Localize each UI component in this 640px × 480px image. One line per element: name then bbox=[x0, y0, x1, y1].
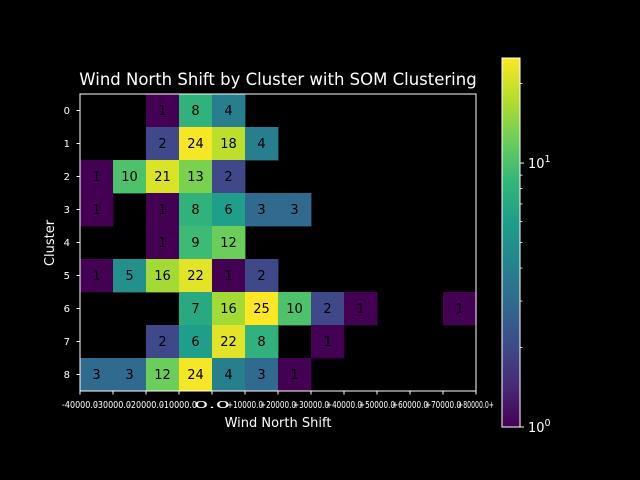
x-tick-label: +50000.0 bbox=[359, 400, 395, 411]
cell-value-label: 6 bbox=[224, 203, 232, 218]
cell-value-label: 16 bbox=[220, 302, 237, 317]
cell-value-label: 1 bbox=[323, 335, 331, 350]
cell-value-label: 5 bbox=[125, 269, 133, 284]
x-tick-label: +30000.0 bbox=[293, 400, 329, 411]
cell-value-label: 1 bbox=[290, 368, 298, 383]
cell-value-label: 2 bbox=[323, 302, 331, 317]
x-tick-label: -10000.0 bbox=[161, 400, 197, 411]
cell-value-label: 21 bbox=[154, 170, 171, 185]
cell-value-label: 6 bbox=[191, 335, 199, 350]
x-tick-label: 0.0 bbox=[194, 400, 230, 411]
cell-value-label: 3 bbox=[257, 203, 265, 218]
y-tick-label: 8 bbox=[64, 370, 70, 381]
y-tick-label: 6 bbox=[64, 304, 70, 315]
cell-value-label: 7 bbox=[191, 302, 199, 317]
cell-value-label: 4 bbox=[224, 104, 232, 119]
cell-value-label: 2 bbox=[158, 335, 166, 350]
x-tick-label: +70000.0 bbox=[425, 400, 461, 411]
y-tick-label: 5 bbox=[64, 271, 70, 282]
cell-value-label: 1 bbox=[158, 236, 166, 251]
y-tick-label: 3 bbox=[64, 205, 70, 216]
x-axis-label: Wind North Shift bbox=[225, 416, 332, 431]
cell-value-label: 12 bbox=[154, 368, 171, 383]
cell-value-label: 1 bbox=[455, 302, 463, 317]
y-tick-label: 7 bbox=[64, 337, 70, 348]
x-tick-label: +60000.0 bbox=[392, 400, 428, 411]
cell-value-label: 9 bbox=[191, 236, 199, 251]
cell-value-label: 12 bbox=[220, 236, 237, 251]
y-tick-label: 1 bbox=[64, 139, 70, 150]
cell-value-label: 2 bbox=[158, 137, 166, 152]
y-axis-label: Cluster bbox=[43, 219, 58, 266]
x-tick-label: +40000.0 bbox=[326, 400, 362, 411]
cell-value-label: 1 bbox=[158, 104, 166, 119]
cell-value-label: 1 bbox=[356, 302, 364, 317]
cell-value-label: 1 bbox=[92, 203, 100, 218]
cell-value-label: 24 bbox=[187, 368, 204, 383]
x-tick-label: -30000.0 bbox=[95, 400, 131, 411]
cell-value-label: 1 bbox=[224, 269, 232, 284]
x-tick-label: -20000.0 bbox=[128, 400, 164, 411]
cell-value-label: 25 bbox=[253, 302, 270, 317]
cell-value-label: 13 bbox=[187, 170, 204, 185]
cell-value-label: 3 bbox=[92, 368, 100, 383]
cell-value-label: 22 bbox=[187, 269, 204, 284]
cell-value-label: 1 bbox=[92, 269, 100, 284]
cell-value-label: 1 bbox=[158, 203, 166, 218]
chart-title: Wind North Shift by Cluster with SOM Clu… bbox=[79, 70, 476, 89]
y-tick-label: 4 bbox=[64, 238, 70, 249]
cell-value-label: 3 bbox=[257, 368, 265, 383]
x-tick-label: +80000.0+ bbox=[458, 400, 494, 411]
y-tick-label: 2 bbox=[64, 172, 70, 183]
x-tick-label: +20000.0 bbox=[260, 400, 296, 411]
cell-value-label: 8 bbox=[191, 104, 199, 119]
cell-value-label: 4 bbox=[257, 137, 265, 152]
cell-value-label: 1 bbox=[92, 170, 100, 185]
cell-value-label: 3 bbox=[125, 368, 133, 383]
cell-value-label: 2 bbox=[257, 269, 265, 284]
cell-value-label: 4 bbox=[224, 368, 232, 383]
cell-value-label: 18 bbox=[220, 137, 237, 152]
cell-value-label: 8 bbox=[191, 203, 199, 218]
heatmap-chart: Wind North Shift by Cluster with SOM Clu… bbox=[0, 0, 640, 480]
cell-value-label: 10 bbox=[121, 170, 138, 185]
cell-value-label: 10 bbox=[286, 302, 303, 317]
colorbar bbox=[501, 57, 521, 428]
cell-value-label: 16 bbox=[154, 269, 171, 284]
y-tick-label: 0 bbox=[64, 106, 70, 117]
cell-value-label: 8 bbox=[257, 335, 265, 350]
cell-value-label: 3 bbox=[290, 203, 298, 218]
cell-value-label: 2 bbox=[224, 170, 232, 185]
x-tick-label: +10000.0 bbox=[227, 400, 263, 411]
x-tick-label: -40000.0 bbox=[62, 400, 98, 411]
cell-value-label: 24 bbox=[187, 137, 204, 152]
cell-value-label: 22 bbox=[220, 335, 237, 350]
